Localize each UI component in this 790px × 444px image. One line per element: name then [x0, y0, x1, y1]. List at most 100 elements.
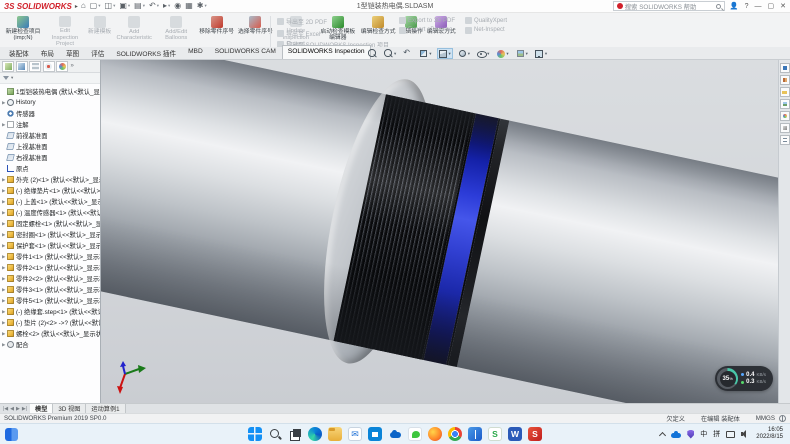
- taskbar-icon[interactable]: [248, 427, 262, 441]
- onedrive-tray-icon[interactable]: [671, 430, 681, 438]
- panel-tab[interactable]: [2, 61, 14, 72]
- taskbar-icon[interactable]: [368, 427, 382, 441]
- view-tool-button[interactable]: ▾: [514, 48, 530, 59]
- ribbon-button[interactable]: 新建检查项目 (imp;N): [2, 14, 44, 47]
- quick-access-button[interactable]: ▦: [185, 2, 193, 10]
- task-pane-tab[interactable]: [780, 123, 790, 133]
- tree-item[interactable]: ▶ (-) 绝缘垫片<1> (默认<<默认>_显: [0, 185, 100, 196]
- export-menu-item[interactable]: Net-Inspect: [465, 27, 507, 34]
- tree-item[interactable]: ▶ (-) 上盖<1> (默认<<默认>_显示状: [0, 196, 100, 207]
- tree-item[interactable]: ▶ 零件3<1> (默认<<默认>_显示状态: [0, 284, 100, 295]
- widgets-icon[interactable]: [5, 428, 18, 441]
- view-tool-button[interactable]: ▾: [417, 48, 433, 59]
- panel-tab[interactable]: [56, 61, 68, 72]
- taskbar-icon[interactable]: [328, 427, 342, 441]
- taskbar-icon[interactable]: [448, 427, 462, 441]
- tree-item[interactable]: ▶ 零件2<2> (默认<<默认>_显示状态: [0, 273, 100, 284]
- volume-icon[interactable]: [741, 430, 750, 438]
- tree-item[interactable]: ▶ 零件5<1> (默认<<默认>_显示状态: [0, 295, 100, 306]
- dropdown-caret-icon[interactable]: ▾: [526, 51, 528, 57]
- ribbon-button[interactable]: 新建模板: [86, 14, 113, 47]
- search-icon[interactable]: [716, 4, 721, 9]
- ribbon-button[interactable]: Add/Edit Balloons: [155, 14, 197, 47]
- tree-item[interactable]: ▶ 密封圈<1> (默认<<默认>_显示状: [0, 229, 100, 240]
- taskbar-icon[interactable]: [388, 427, 402, 441]
- taskbar-icon[interactable]: [268, 427, 282, 441]
- ribbon-tab[interactable]: SOLIDWORKS CAM: [209, 45, 282, 59]
- status-item[interactable]: 在编辑 装配体: [701, 414, 740, 423]
- ribbon-tab[interactable]: SOLIDWORKS 插件: [110, 45, 182, 59]
- tree-item[interactable]: 前视基准面: [0, 130, 100, 141]
- task-pane-tab[interactable]: [780, 135, 790, 145]
- tree-item[interactable]: ▶ 外壳 (2)<1> (默认<<默认>_显示状: [0, 174, 100, 185]
- tree-item[interactable]: ▶ 零件2<1> (默认<<默认>_显示状态: [0, 262, 100, 273]
- tab-nav-arrow[interactable]: |◀: [3, 406, 8, 412]
- quick-access-button[interactable]: ✱▾: [197, 2, 207, 10]
- dropdown-caret-icon[interactable]: ▾: [449, 51, 451, 57]
- tree-item[interactable]: ▶ 配合: [0, 339, 100, 350]
- panel-tabs-overflow[interactable]: »: [71, 63, 74, 69]
- taskbar-icon[interactable]: [428, 427, 442, 441]
- view-tool-button[interactable]: [366, 48, 379, 59]
- tree-item[interactable]: ▶ 零件1<1> (默认<<默认>_显示状态: [0, 251, 100, 262]
- status-item[interactable]: 欠定义: [666, 414, 685, 423]
- view-tool-button[interactable]: ▾: [494, 48, 510, 59]
- taskbar-icon[interactable]: [288, 427, 302, 441]
- panel-tab[interactable]: [29, 61, 41, 72]
- tree-item[interactable]: ▶ 保护套<1> (默认<<默认>_显示状: [0, 240, 100, 251]
- restore-button[interactable]: ▢: [768, 2, 775, 10]
- search-input[interactable]: 搜索 SOLIDWORKS 帮助: [613, 1, 725, 11]
- panel-tab[interactable]: [16, 61, 28, 72]
- ribbon-tab[interactable]: 草图: [60, 45, 85, 59]
- security-shield-icon[interactable]: [687, 430, 694, 439]
- login-icon[interactable]: 👤: [730, 2, 739, 10]
- 3d-model-thermocouple[interactable]: [101, 60, 778, 403]
- ribbon-button[interactable]: Edit Inspection Project: [44, 14, 86, 47]
- ribbon-button[interactable]: 移除零件序号: [197, 14, 236, 47]
- tree-item[interactable]: 传感器: [0, 108, 100, 119]
- dropdown-caret-icon[interactable]: ▾: [487, 51, 489, 57]
- tree-item[interactable]: 1型铠装热电偶 (默认<默认_显示状态-1: [0, 86, 100, 97]
- status-globe-icon[interactable]: [779, 415, 786, 422]
- view-tool-button[interactable]: ▾: [382, 48, 398, 59]
- tree-item[interactable]: ▶ 固定螺栓<1> (默认<<默认>_显示: [0, 218, 100, 229]
- view-tool-button[interactable]: ▾: [475, 48, 491, 59]
- taskbar-icon[interactable]: ✉: [348, 427, 362, 441]
- dropdown-caret-icon[interactable]: ▾: [506, 51, 508, 57]
- quick-access-button[interactable]: ⌂: [81, 2, 86, 10]
- model-tab[interactable]: 3D 视图: [53, 404, 86, 413]
- display-tray-icon[interactable]: [726, 431, 735, 438]
- taskbar-clock[interactable]: 16:05 2022/8/15: [756, 427, 783, 441]
- ime-mode-indicator[interactable]: 拼: [713, 429, 720, 439]
- quick-access-button[interactable]: ▤▾: [134, 2, 145, 10]
- taskbar-icon[interactable]: S: [488, 427, 502, 441]
- taskbar-icon[interactable]: W: [508, 427, 522, 441]
- dropdown-caret-icon[interactable]: ▾: [143, 4, 145, 9]
- panel-tab[interactable]: [43, 61, 55, 72]
- dropdown-caret-icon[interactable]: ▾: [168, 4, 170, 9]
- export-menu-item[interactable]: 导出至 2D PDF: [277, 17, 389, 26]
- quick-access-button[interactable]: ▢▾: [90, 2, 101, 10]
- tree-item[interactable]: 上视基准面: [0, 141, 100, 152]
- view-tool-button[interactable]: ▾: [533, 48, 549, 59]
- taskbar-icon[interactable]: [468, 427, 482, 441]
- dropdown-caret-icon[interactable]: ▾: [429, 51, 431, 57]
- dropdown-caret-icon[interactable]: ▾: [11, 75, 13, 81]
- quick-access-button[interactable]: ↶▾: [149, 2, 159, 10]
- tree-item[interactable]: 右视基准面: [0, 152, 100, 163]
- task-pane-tab[interactable]: [780, 111, 790, 121]
- network-speed-overlay[interactable]: 35% 0.4 KB/s 0.3 KB/s: [715, 366, 773, 391]
- graphics-area[interactable]: 35% 0.4 KB/s 0.3 KB/s: [101, 60, 778, 403]
- export-menu-item[interactable]: Export to 3D PDF: [399, 17, 455, 24]
- tree-item[interactable]: ▶ 螺栓<2> (默认<<默认>_显示状态: [0, 328, 100, 339]
- export-menu-item[interactable]: 导出至 Excel: [277, 29, 389, 38]
- tab-nav-arrow[interactable]: ◀: [10, 406, 14, 412]
- quick-access-button[interactable]: ▣▾: [119, 2, 130, 10]
- ribbon-button[interactable]: Add Characteristic: [113, 14, 155, 47]
- hidden-icons-chevron[interactable]: [659, 431, 666, 438]
- ribbon-tab[interactable]: SOLIDWORKS Inspection: [282, 45, 371, 59]
- quick-access-button[interactable]: ◫▾: [105, 2, 116, 10]
- view-tool-button[interactable]: [401, 48, 414, 59]
- view-tool-button[interactable]: ▾: [437, 48, 453, 59]
- minimize-button[interactable]: —: [755, 3, 762, 10]
